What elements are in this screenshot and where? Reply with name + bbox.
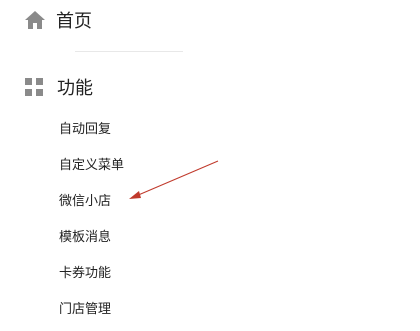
nav-home-label: 首页: [56, 11, 92, 32]
grid-icon: [24, 77, 44, 97]
nav-item-home[interactable]: 首页: [24, 4, 92, 36]
home-icon: [24, 10, 46, 30]
submenu-item-coupons[interactable]: 卡券功能: [59, 256, 124, 292]
submenu-item-wechat-store[interactable]: 微信小店: [59, 184, 124, 220]
nav-features-label: 功能: [57, 78, 93, 99]
submenu-item-custom-menu[interactable]: 自定义菜单: [59, 148, 124, 184]
submenu-item-auto-reply[interactable]: 自动回复: [59, 112, 124, 148]
nav-divider: [75, 51, 183, 52]
submenu-item-template-message[interactable]: 模板消息: [59, 220, 124, 256]
nav-section-features[interactable]: 功能: [24, 71, 93, 103]
submenu-item-store-management[interactable]: 门店管理: [59, 292, 124, 328]
features-submenu: 自动回复 自定义菜单 微信小店 模板消息 卡券功能 门店管理: [59, 112, 124, 328]
sidebar-nav: 首页 功能 自动回复 自定义菜单 微信小店 模板消息 卡券功能 门店管理: [0, 0, 420, 331]
